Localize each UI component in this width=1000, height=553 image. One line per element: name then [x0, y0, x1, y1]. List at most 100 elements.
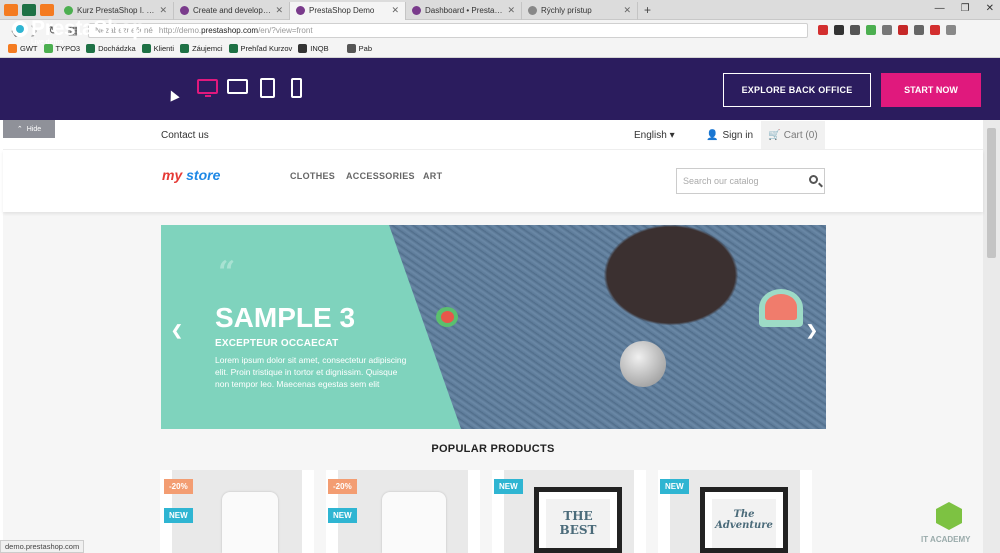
minimize-icon[interactable]: —	[935, 3, 945, 14]
product-image: The Adventure	[670, 470, 800, 553]
tab-create[interactable]: Create and develop your...✕	[174, 1, 290, 20]
cart-icon: 🛒	[768, 129, 781, 141]
tablet-landscape-icon[interactable]	[227, 79, 248, 94]
quote-icon: “	[218, 255, 236, 290]
menu-accessories[interactable]: ACCESSORIES	[346, 171, 415, 181]
menu-art[interactable]: ART	[423, 171, 442, 181]
slide-text: Lorem ipsum dolor sit amet, consectetur …	[215, 355, 407, 389]
slide-subtitle: EXCEPTEUR OCCAECAT	[215, 338, 339, 349]
search-icon[interactable]	[809, 175, 818, 184]
menu-clothes[interactable]: CLOTHES	[290, 171, 335, 181]
jeans-button-icon	[620, 341, 666, 387]
watermelon-pin-icon	[441, 311, 454, 323]
new-badge: NEW	[660, 479, 689, 494]
puffin-icon	[12, 21, 28, 37]
user-icon: 👤	[706, 130, 719, 141]
browser-tab-bar: Kurz PrestaShop I. Začiat..✕ Create and …	[0, 0, 1000, 20]
extension-icon[interactable]	[930, 25, 941, 35]
menu-icon[interactable]	[946, 25, 957, 35]
discount-badge: -20%	[164, 479, 193, 494]
live-demo-label: Live demo	[31, 39, 64, 46]
slider-prev-icon[interactable]: ❮	[171, 322, 183, 339]
extension-icon[interactable]	[834, 25, 845, 35]
new-badge: NEW	[494, 479, 523, 494]
language-selector[interactable]: English ▾	[634, 130, 675, 141]
slider-next-icon[interactable]: ❯	[806, 322, 818, 339]
new-tab-button[interactable]: +	[644, 3, 651, 17]
close-icon[interactable]: ✕	[623, 5, 631, 16]
contact-us-link[interactable]: Contact us	[161, 130, 209, 141]
extension-icon[interactable]	[882, 25, 893, 35]
hide-button[interactable]: ⌃ Hide	[3, 120, 55, 138]
window-controls: — ❐ ✕	[935, 3, 994, 14]
search-input[interactable]: Search our catalog	[676, 168, 825, 194]
cart-button[interactable]: 🛒 Cart (0)	[761, 121, 825, 149]
close-icon[interactable]: ✕	[391, 5, 399, 16]
status-bar: demo.prestashop.com	[0, 540, 85, 553]
tab-favicon-icon	[180, 6, 189, 15]
extension-icon[interactable]	[914, 25, 925, 35]
scrollbar-thumb[interactable]	[987, 128, 996, 258]
product-card[interactable]: The Adventure NEW	[658, 470, 812, 553]
start-now-button[interactable]: START NOW	[881, 73, 981, 107]
product-image	[338, 470, 468, 553]
extension-icon[interactable]	[866, 25, 877, 35]
tab-favicon-icon	[412, 6, 421, 15]
watermelon-pin-icon	[765, 294, 797, 320]
new-badge: NEW	[328, 508, 357, 523]
extension-icon[interactable]	[818, 25, 829, 35]
bookmark[interactable]: INQB	[298, 44, 329, 53]
bookmark[interactable]: Prehľad Kurzov	[228, 44, 292, 53]
extension-icons	[818, 25, 957, 35]
tab-favicon-icon	[64, 6, 73, 15]
tshirt-image	[222, 492, 278, 553]
close-icon[interactable]: ✕	[507, 5, 515, 16]
excel-icon	[141, 44, 151, 53]
bookmark-icon	[8, 44, 17, 53]
popular-products-title: POPULAR PRODUCTS	[431, 443, 555, 455]
tab-prestashop-demo[interactable]: PrestaShop Demo ✕	[290, 1, 406, 20]
close-icon[interactable]: ✕	[159, 5, 167, 16]
product-card[interactable]: THE BEST NEW	[492, 470, 646, 553]
tab-favicon-icon	[528, 6, 537, 15]
hero-slider: “ SAMPLE 3 EXCEPTEUR OCCAECAT Lorem ipsu…	[161, 225, 826, 429]
tab-rychly-pristup[interactable]: Rýchly prístup ✕	[522, 1, 638, 20]
product-card[interactable]: -20% NEW	[326, 470, 480, 553]
tablet-portrait-icon[interactable]	[260, 78, 275, 98]
prestashop-logo[interactable]: PrestaShop	[12, 17, 145, 41]
tab-favicon-icon	[296, 6, 305, 15]
excel-icon[interactable]	[22, 3, 36, 16]
my-store-logo[interactable]: my store	[162, 167, 220, 183]
url-field[interactable]: Nezabezpečené http://demo. prestashop.com…	[88, 22, 809, 38]
bookmarks-bar: GWT TYPO3 Dochádzka Klienti Záujemci Pre…	[0, 40, 1000, 58]
watermark: IT ACADEMY	[921, 535, 971, 544]
explore-back-office-button[interactable]: EXPLORE BACK OFFICE	[723, 73, 871, 107]
new-badge: NEW	[164, 508, 193, 523]
bookmark[interactable]: Klienti	[141, 44, 174, 53]
bookmark[interactable]: Záujemci	[180, 44, 223, 53]
app-icon[interactable]	[40, 3, 54, 16]
bookmark-icon	[346, 44, 356, 53]
excel-icon	[180, 44, 190, 53]
close-window-icon[interactable]: ✕	[986, 3, 994, 14]
close-icon[interactable]: ✕	[275, 5, 283, 16]
app-icon[interactable]	[4, 3, 18, 16]
desktop-view-icon[interactable]	[197, 79, 218, 97]
excel-icon	[86, 44, 96, 53]
extension-icon[interactable]	[898, 25, 909, 35]
poster-frame: The Adventure	[700, 487, 788, 553]
discount-badge: -20%	[328, 479, 357, 494]
bookmark[interactable]: Pab	[346, 44, 372, 53]
poster-frame: THE BEST	[534, 487, 622, 553]
sweater-image	[382, 492, 446, 553]
mobile-view-icon[interactable]	[291, 78, 302, 98]
store-top-nav	[3, 120, 983, 150]
tab-dashboard[interactable]: Dashboard • PrestaShop✕	[406, 1, 522, 20]
sign-in-link[interactable]: 👤 Sign in	[706, 130, 753, 141]
extension-icon[interactable]	[850, 25, 861, 35]
bookmark[interactable]: Dochádzka	[86, 44, 136, 53]
excel-icon	[228, 44, 238, 53]
product-image: THE BEST	[504, 470, 634, 553]
product-card[interactable]: -20% NEW	[160, 470, 314, 553]
maximize-icon[interactable]: ❐	[961, 3, 970, 14]
